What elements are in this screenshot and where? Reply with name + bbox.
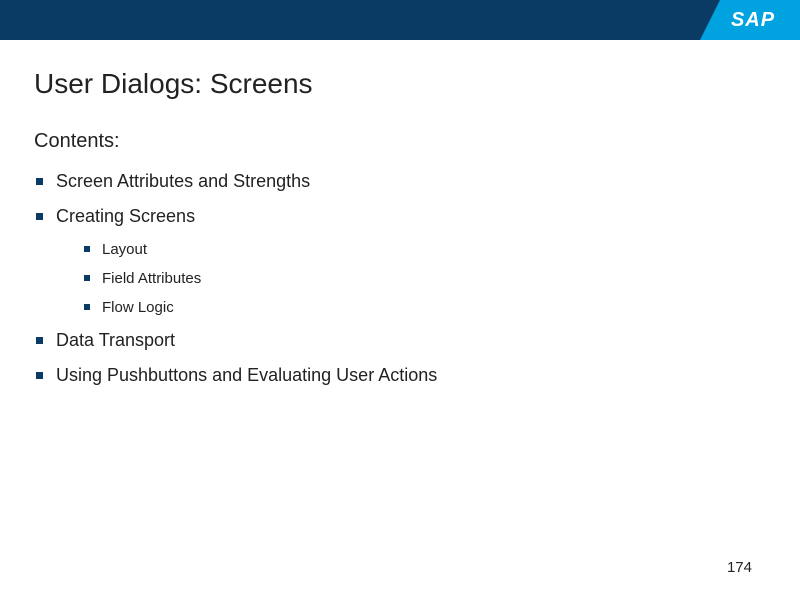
contents-list: Screen Attributes and Strengths Creating… (34, 171, 766, 386)
slide-title: User Dialogs: Screens (34, 68, 766, 100)
list-subitem: Layout (82, 241, 766, 258)
brand-logo-shape: SAP (700, 0, 800, 40)
list-item: Using Pushbuttons and Evaluating User Ac… (34, 365, 766, 386)
slide-content: User Dialogs: Screens Contents: Screen A… (0, 40, 800, 386)
brand-logo-text: SAP (731, 9, 775, 32)
list-subitem-label: Layout (102, 241, 147, 258)
list-item-label: Creating Screens (56, 206, 195, 226)
contents-label: Contents: (34, 130, 766, 153)
list-subitem-label: Field Attributes (102, 270, 201, 287)
brand-logo: SAP (700, 0, 800, 40)
list-item: Data Transport (34, 330, 766, 351)
list-subitem-label: Flow Logic (102, 299, 174, 316)
list-subitem: Field Attributes (82, 270, 766, 287)
page-number: 174 (727, 559, 752, 576)
list-item-label: Using Pushbuttons and Evaluating User Ac… (56, 365, 437, 385)
list-item-label: Data Transport (56, 330, 175, 350)
list-item-label: Screen Attributes and Strengths (56, 171, 310, 191)
list-item: Screen Attributes and Strengths (34, 171, 766, 192)
header-bar: SAP (0, 0, 800, 40)
contents-sublist: Layout Field Attributes Flow Logic (56, 241, 766, 316)
list-subitem: Flow Logic (82, 299, 766, 316)
list-item: Creating Screens Layout Field Attributes… (34, 206, 766, 316)
